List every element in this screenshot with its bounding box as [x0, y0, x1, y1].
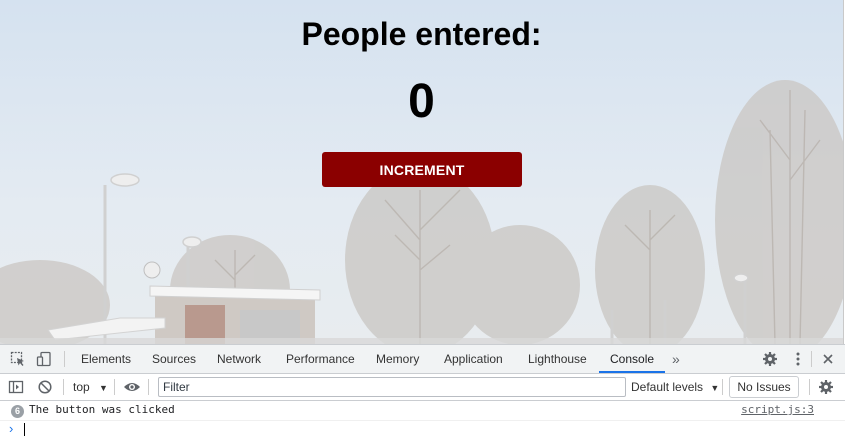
dropdown-arrow-icon: ▼: [99, 383, 108, 393]
devtools-panel: Elements Sources Network Performance Mem…: [0, 344, 845, 439]
show-sidebar-icon[interactable]: [6, 377, 26, 397]
tab-console[interactable]: Console: [599, 345, 666, 373]
settings-gear-icon[interactable]: [760, 349, 780, 369]
repeat-count-badge: 6: [11, 405, 24, 418]
toolbar-divider: [64, 351, 65, 367]
live-expression-eye-icon[interactable]: [122, 377, 142, 397]
dropdown-arrow-icon: ▼: [710, 383, 720, 393]
filter-input[interactable]: [158, 377, 626, 397]
tab-performance[interactable]: Performance: [286, 345, 355, 373]
tab-network[interactable]: Network: [217, 345, 261, 373]
toolbar-divider: [148, 379, 149, 395]
log-levels-label: Default levels: [631, 380, 704, 394]
toolbar-divider: [63, 379, 64, 395]
text-caret: [24, 423, 25, 436]
log-levels-dropdown[interactable]: Default levels ▼: [631, 374, 719, 400]
tab-application[interactable]: Application: [444, 345, 503, 373]
console-prompt[interactable]: ›: [0, 420, 845, 439]
toolbar-divider: [811, 351, 812, 367]
page-title: People entered:: [301, 16, 542, 52]
device-toolbar-icon[interactable]: [34, 349, 54, 369]
context-label: top: [73, 380, 90, 394]
log-source-link[interactable]: script.js:3: [741, 403, 814, 416]
devtools-tabbar: Elements Sources Network Performance Mem…: [0, 345, 845, 374]
clear-console-icon[interactable]: [35, 377, 55, 397]
inspect-element-icon[interactable]: [8, 349, 28, 369]
tab-lighthouse[interactable]: Lighthouse: [528, 345, 587, 373]
toolbar-divider: [722, 379, 723, 395]
toolbar-divider: [114, 379, 115, 395]
console-output: 6 The button was clicked script.js:3 ›: [0, 401, 845, 439]
tab-elements[interactable]: Elements: [81, 345, 131, 373]
increment-button[interactable]: INCREMENT: [322, 152, 522, 187]
counter-value: 0: [408, 75, 435, 128]
context-selector[interactable]: top ▼: [73, 374, 108, 400]
log-message: The button was clicked: [29, 403, 175, 416]
tab-memory[interactable]: Memory: [376, 345, 419, 373]
more-tabs-icon[interactable]: »: [672, 345, 680, 373]
prompt-chevron-icon: ›: [9, 421, 14, 436]
more-options-icon[interactable]: [788, 349, 808, 369]
console-log-row: 6 The button was clicked script.js:3: [0, 401, 845, 421]
page-viewport: People entered: 0 INCREMENT: [0, 0, 844, 344]
console-filterbar: top ▼ Default levels ▼ No Issues: [0, 374, 845, 401]
console-settings-gear-icon[interactable]: [816, 377, 836, 397]
issues-button[interactable]: No Issues: [729, 376, 799, 398]
tab-sources[interactable]: Sources: [152, 345, 196, 373]
toolbar-divider: [809, 379, 810, 395]
close-icon[interactable]: [818, 349, 838, 369]
